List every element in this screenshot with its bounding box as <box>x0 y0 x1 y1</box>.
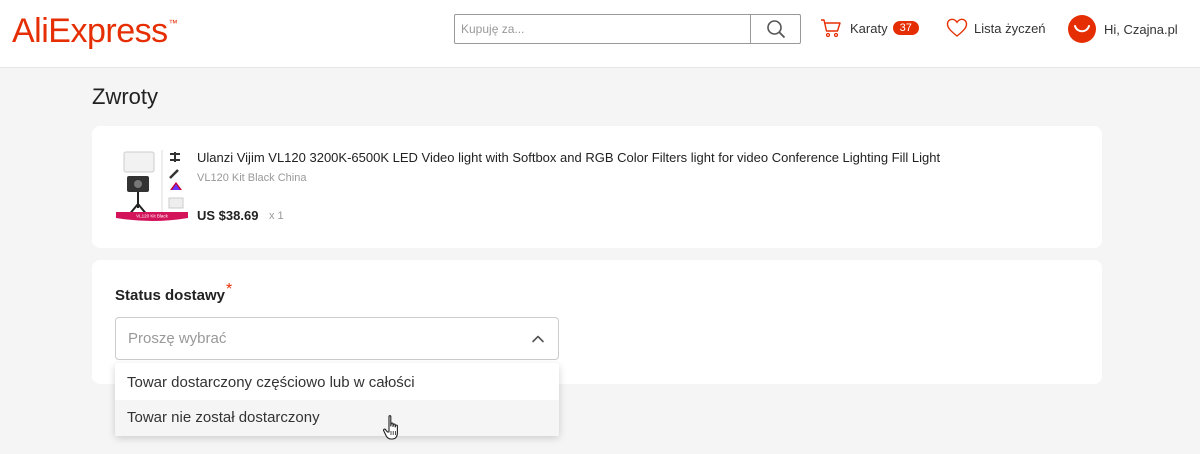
product-quantity: x 1 <box>269 210 284 222</box>
aliexpress-logo[interactable]: AliExpress™ <box>12 12 178 51</box>
select-placeholder: Proszę wybrać <box>128 330 227 347</box>
hand-pointer-icon <box>382 415 398 440</box>
wishlist-link[interactable]: Lista życzeń <box>946 18 1046 38</box>
heart-icon <box>946 18 968 37</box>
delivery-status-dropdown: Towar dostarczony częściowo lub w całośc… <box>115 363 559 436</box>
svg-text:VL120 Kit Black: VL120 Kit Black <box>136 214 169 219</box>
product-thumbnail[interactable]: VL120 Kit Black <box>114 146 190 226</box>
delivery-status-select[interactable]: Proszę wybrać <box>115 317 559 360</box>
trademark-mark: ™ <box>168 18 178 28</box>
product-variant: VL120 Kit Black China <box>197 172 307 184</box>
logo-text: AliExpress <box>12 12 168 50</box>
cart-count-badge: 37 <box>892 21 919 35</box>
cart-label: Karaty <box>850 20 888 36</box>
user-greeting: Hi, Czajna.pl <box>1104 21 1178 37</box>
search-bar <box>454 14 801 44</box>
page-title: Zwroty <box>92 84 158 109</box>
cart-icon <box>821 19 841 38</box>
wishlist-label: Lista życzeń <box>974 20 1046 36</box>
delivery-status-label-text: Status dostawy <box>115 287 226 304</box>
chevron-up-icon <box>532 335 544 343</box>
search-icon <box>766 20 785 39</box>
search-button[interactable] <box>750 15 800 43</box>
option-partially-delivered[interactable]: Towar dostarczony częściowo lub w całośc… <box>115 365 559 401</box>
avatar <box>1068 15 1096 43</box>
cart-link[interactable]: Karaty 37 <box>820 18 919 38</box>
product-title[interactable]: Ulanzi Vijim VL120 3200K-6500K LED Video… <box>197 150 940 165</box>
product-price: US $38.69 <box>197 208 259 223</box>
top-header: AliExpress™ Karaty 37 Lista życzeń <box>0 0 1200 68</box>
required-asterisk: * <box>226 281 233 298</box>
option-not-delivered[interactable]: Towar nie został dostarczony <box>115 400 559 436</box>
product-card: VL120 Kit Black Ulanzi Vijim VL120 3200K… <box>92 126 1102 248</box>
delivery-status-label: Status dostawy* <box>115 281 232 305</box>
ali-smile-icon <box>1074 25 1090 33</box>
user-account-link[interactable]: Hi, Czajna.pl <box>1068 15 1178 43</box>
search-input[interactable] <box>455 15 750 43</box>
product-image: VL120 Kit Black <box>116 150 188 221</box>
